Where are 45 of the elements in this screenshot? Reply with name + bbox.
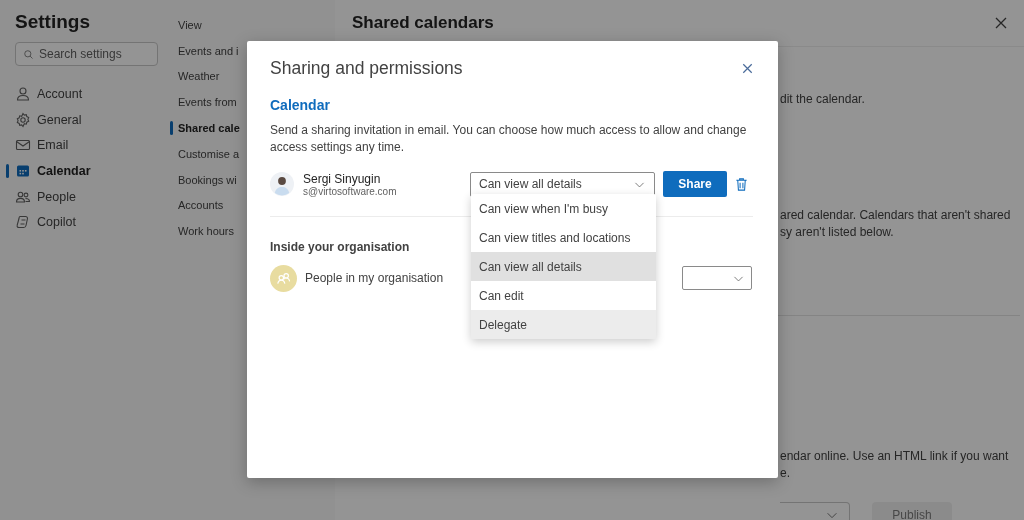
nav-item[interactable]: Customise a [178,147,240,160]
nav-item[interactable]: Account [0,81,160,107]
menu-item[interactable]: Can view all details [471,252,656,281]
group-name: People in my organisation [305,271,445,285]
nav-item[interactable]: View [178,18,202,31]
section-heading: Inside your organisation [270,240,411,254]
description-text: ared calendar. Calendars that aren't shared sy aren't listed below. [780,207,1012,241]
close-icon[interactable] [740,61,755,76]
dropdown-field[interactable] [780,502,850,520]
nav-item[interactable]: Events and i [178,44,239,57]
menu-item[interactable]: Can view when I'm busy [471,194,656,223]
permission-dropdown[interactable] [682,266,752,290]
menu-item[interactable]: Can edit [471,281,656,310]
nav-item[interactable]: Bookings wi [178,173,237,186]
nav-item[interactable]: Email [0,132,160,159]
nav-item[interactable]: Accounts [178,199,224,212]
contact-name: Sergi Sinyugin [303,171,382,186]
panel-title: Shared calendars [352,13,494,33]
person-icon [15,85,31,102]
settings-title: Settings [15,11,91,33]
nav-item[interactable]: Copilot [0,209,160,236]
description-text: endar online. Use an HTML link if you want e. [780,448,1010,482]
avatar-icon [270,172,294,196]
nav-item[interactable]: Events from [178,96,237,109]
menu-item[interactable]: Can view titles and locations [471,223,656,252]
description-text: dit the calendar. [780,91,866,108]
group-avatar-icon [270,264,297,292]
share-button[interactable]: Share [663,171,727,197]
nav-item[interactable]: People [0,183,160,210]
menu-item[interactable]: Delegate [471,310,656,339]
nav-item[interactable]: Shared cale [178,122,240,135]
trash-icon[interactable] [734,176,749,192]
close-icon[interactable] [993,15,1009,31]
nav-item[interactable]: General [0,106,160,133]
description-text: Send a sharing invitation in email. You can choose how much access to allow and change access settings any time. [270,122,748,155]
search-field[interactable]: Search settings [15,42,158,66]
dialog-title: Sharing and permissions [270,58,463,79]
settings-icon [15,111,31,128]
nav-item[interactable]: Weather [178,70,220,83]
contact-email: s@virtosoftware.com [303,185,398,197]
selection-bar [6,164,9,179]
nav-item[interactable]: Calendar [0,158,160,184]
nav-item[interactable]: Work hours [178,225,235,238]
search-icon [23,49,34,60]
section-heading: Calendar [270,97,331,113]
